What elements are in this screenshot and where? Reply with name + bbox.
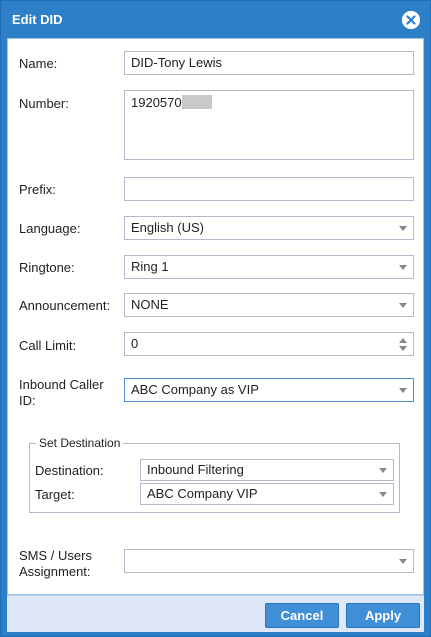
chevron-down-icon[interactable] bbox=[399, 265, 407, 270]
sms-users-label-line1: SMS / Users bbox=[19, 548, 92, 563]
apply-button[interactable]: Apply bbox=[346, 603, 420, 628]
inbound-caller-id-select[interactable]: ABC Company as VIP bbox=[124, 378, 414, 402]
call-limit-label: Call Limit: bbox=[19, 338, 77, 353]
announcement-label: Announcement: bbox=[19, 298, 111, 313]
announcement-value: NONE bbox=[131, 297, 169, 312]
redacted-digits bbox=[181, 95, 212, 109]
inbound-caller-id-label-line1: Inbound Caller bbox=[19, 377, 104, 392]
edit-did-dialog: Edit DID Name: DID-Tony Lewis Number: 19… bbox=[0, 0, 431, 637]
chevron-down-icon[interactable] bbox=[399, 388, 407, 393]
inbound-caller-id-label: Inbound Caller ID: bbox=[19, 377, 104, 409]
sms-users-assignment-label: SMS / Users Assignment: bbox=[19, 548, 92, 580]
spin-down-icon[interactable] bbox=[399, 346, 407, 351]
target-value: ABC Company VIP bbox=[147, 486, 258, 501]
chevron-down-icon[interactable] bbox=[399, 559, 407, 564]
target-label: Target: bbox=[35, 487, 75, 502]
dialog-body: Name: DID-Tony Lewis Number: 1920570 Pre… bbox=[7, 38, 424, 595]
name-input[interactable]: DID-Tony Lewis bbox=[124, 51, 414, 75]
set-destination-legend: Set Destination bbox=[36, 436, 124, 450]
language-value: English (US) bbox=[131, 220, 204, 235]
prefix-input[interactable] bbox=[124, 177, 414, 201]
number-label: Number: bbox=[19, 96, 69, 111]
call-limit-stepper[interactable]: 0 bbox=[124, 332, 414, 356]
spin-up-icon[interactable] bbox=[399, 338, 407, 343]
call-limit-value: 0 bbox=[131, 336, 139, 351]
target-select[interactable]: ABC Company VIP bbox=[140, 483, 394, 505]
language-select[interactable]: English (US) bbox=[124, 216, 414, 240]
ringtone-value: Ring 1 bbox=[131, 259, 169, 274]
destination-label: Destination: bbox=[35, 463, 104, 478]
chevron-down-icon[interactable] bbox=[399, 226, 407, 231]
set-destination-fieldset: Set Destination Destination: Inbound Fil… bbox=[29, 436, 400, 513]
number-textarea[interactable]: 1920570 bbox=[124, 90, 414, 160]
name-label: Name: bbox=[19, 56, 58, 71]
close-icon[interactable] bbox=[402, 11, 420, 29]
chevron-down-icon[interactable] bbox=[379, 492, 387, 497]
inbound-caller-id-value: ABC Company as VIP bbox=[131, 382, 259, 397]
chevron-down-icon[interactable] bbox=[379, 468, 387, 473]
destination-select[interactable]: Inbound Filtering bbox=[140, 459, 394, 481]
inbound-caller-id-label-line2: ID: bbox=[19, 393, 36, 408]
chevron-down-icon[interactable] bbox=[399, 303, 407, 308]
dialog-titlebar: Edit DID bbox=[1, 1, 430, 38]
ringtone-select[interactable]: Ring 1 bbox=[124, 255, 414, 279]
dialog-title: Edit DID bbox=[12, 12, 63, 27]
ringtone-label: Ringtone: bbox=[19, 260, 75, 275]
dialog-footer: Cancel Apply bbox=[7, 595, 424, 632]
announcement-select[interactable]: NONE bbox=[124, 293, 414, 317]
name-value: DID-Tony Lewis bbox=[131, 55, 223, 70]
number-value: 1920570 bbox=[131, 95, 182, 110]
language-label: Language: bbox=[19, 221, 81, 236]
sms-users-label-line2: Assignment: bbox=[19, 564, 91, 579]
prefix-label: Prefix: bbox=[19, 182, 56, 197]
cancel-button[interactable]: Cancel bbox=[265, 603, 339, 628]
sms-users-assignment-select[interactable] bbox=[124, 549, 414, 573]
destination-value: Inbound Filtering bbox=[147, 462, 244, 477]
